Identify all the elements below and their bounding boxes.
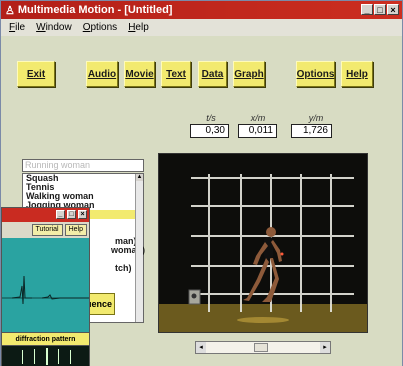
window-title: Multimedia Motion - [Untitled] [17, 4, 173, 16]
scroll-left-icon[interactable]: ◂ [196, 342, 206, 353]
close-button[interactable]: × [387, 4, 399, 15]
scroll-thumb[interactable] [254, 343, 268, 352]
subwindow-toolbar: Tutorial Help [2, 222, 89, 238]
time-readout: 0,30 [190, 124, 229, 138]
scroll-right-icon[interactable]: ▸ [320, 342, 330, 353]
movie-button[interactable]: Movie [124, 61, 155, 87]
sub-help-button[interactable]: Help [64, 224, 87, 236]
diffraction-image [2, 346, 89, 366]
scroll-up-icon[interactable]: ▲ [136, 174, 143, 181]
y-label: y/m [308, 113, 324, 123]
options-button[interactable]: Options [296, 61, 335, 87]
video-frame [158, 153, 368, 333]
menu-window[interactable]: Window [36, 22, 72, 33]
sub-close-button[interactable]: × [78, 210, 87, 219]
data-button[interactable]: Data [198, 61, 227, 87]
menu-help[interactable]: Help [128, 22, 149, 33]
diffraction-graph [2, 275, 89, 305]
menu-file[interactable]: File [9, 22, 25, 33]
x-label: x/m [250, 113, 266, 123]
time-label: t/s [206, 113, 216, 123]
text-button[interactable]: Text [161, 61, 191, 87]
audio-button[interactable]: Audio [86, 61, 118, 87]
main-window: ♙ Multimedia Motion - [Untitled] _ □ × F… [0, 0, 403, 366]
app-icon: ♙ [5, 4, 15, 17]
list-header: Running woman [22, 159, 144, 172]
frame-scrollbar[interactable]: ◂ ▸ [195, 341, 331, 354]
y-readout: 1,726 [291, 124, 332, 138]
sub-maximize-button[interactable]: □ [67, 210, 76, 219]
x-readout: 0,011 [238, 124, 277, 138]
sub-minimize-button[interactable]: _ [56, 210, 65, 219]
diffraction-caption: diffraction pattern [2, 332, 89, 346]
graph-button[interactable]: Graph [233, 61, 265, 87]
running-woman-video [159, 154, 367, 332]
exit-button[interactable]: Exit [17, 61, 55, 87]
menu-options[interactable]: Options [83, 22, 117, 33]
fringe-pattern [22, 348, 71, 365]
diffraction-plot [2, 238, 89, 332]
help-button[interactable]: Help [341, 61, 373, 87]
diffraction-subwindow: _ □ × Tutorial Help diffraction pattern [1, 207, 90, 366]
maximize-button[interactable]: □ [374, 4, 386, 15]
subwindow-title-bar: _ □ × [2, 208, 89, 222]
title-bar: ♙ Multimedia Motion - [Untitled] _ □ × [1, 1, 402, 19]
minimize-button[interactable]: _ [361, 4, 373, 15]
list-scrollbar[interactable]: ▲ [135, 174, 143, 322]
tutorial-button[interactable]: Tutorial [31, 224, 63, 236]
menu-bar: File Window Options Help [1, 19, 402, 36]
